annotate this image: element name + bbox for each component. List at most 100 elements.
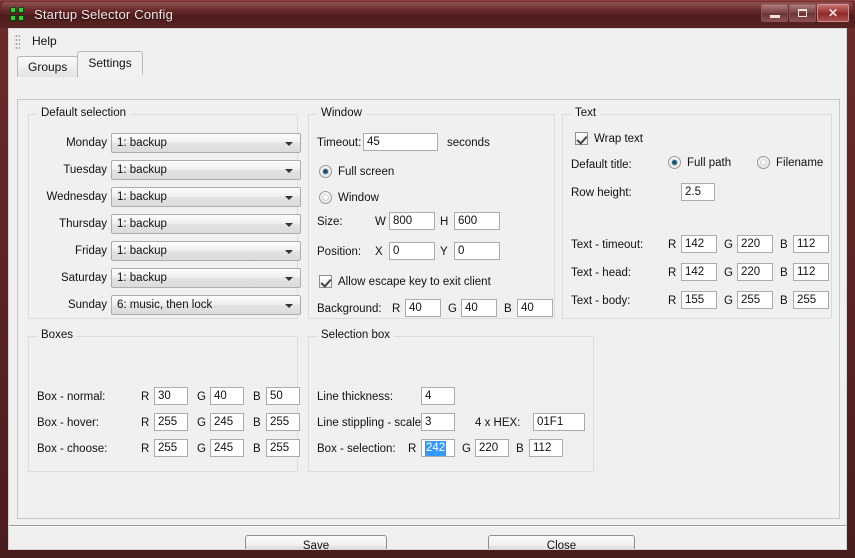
input-box-choose-g-value: 245 (214, 441, 234, 454)
title-bar[interactable]: Startup Selector Config ✕ (0, 0, 855, 28)
input-box-selection-g[interactable]: 220 (475, 439, 509, 457)
combo-wednesday[interactable]: 1: backup (111, 187, 301, 207)
input-box-selection-b-value: 112 (533, 441, 552, 454)
input-background-b[interactable]: 40 (517, 299, 553, 317)
input-size-w[interactable]: 800 (389, 212, 435, 230)
maximize-button[interactable] (789, 4, 816, 22)
input-box-normal-g[interactable]: 40 (210, 387, 244, 405)
minimize-icon (769, 14, 780, 18)
input-line-thickness[interactable]: 4 (421, 387, 455, 405)
combo-tuesday[interactable]: 1: backup (111, 160, 301, 180)
input-box-selection-r-value: 242 (425, 440, 447, 456)
combo-friday[interactable]: 1: backup (111, 241, 301, 261)
input-text-body-b[interactable]: 255 (793, 291, 829, 309)
radio-icon (757, 156, 770, 169)
combo-sunday[interactable]: 6: music, then lock (111, 295, 301, 315)
radio-full-screen[interactable]: Full screen (319, 165, 394, 178)
input-box-selection-r[interactable]: 242 (421, 439, 455, 457)
group-text: Text Wrap text Default title: Full path … (562, 107, 832, 319)
input-box-normal-r[interactable]: 30 (154, 387, 188, 405)
combo-saturday-value: 1: backup (117, 272, 167, 284)
tab-settings[interactable]: Settings (77, 51, 143, 75)
combo-monday[interactable]: 1: backup (111, 133, 301, 153)
input-box-hover-b[interactable]: 255 (266, 413, 300, 431)
close-button-footer[interactable]: Close (488, 535, 635, 549)
input-pos-x[interactable]: 0 (389, 242, 435, 260)
input-background-r[interactable]: 40 (405, 299, 441, 317)
input-text-timeout-r-value: 142 (685, 237, 705, 250)
label-box-hover: Box - hover: (37, 417, 99, 429)
label-text-timeout-r: R (668, 239, 677, 251)
combo-friday-value: 1: backup (117, 245, 167, 257)
label-background-g: G (448, 303, 457, 315)
group-window-title: Window (317, 107, 366, 119)
input-box-hover-g[interactable]: 245 (210, 413, 244, 431)
menu-item-help[interactable]: Help (24, 31, 65, 51)
input-text-head-b[interactable]: 112 (793, 263, 829, 281)
combo-wednesday-value: 1: backup (117, 191, 167, 203)
input-line-stippling[interactable]: 3 (421, 413, 455, 431)
input-text-head-g[interactable]: 220 (737, 263, 773, 281)
combo-monday-value: 1: backup (117, 137, 167, 149)
input-hex[interactable]: 01F1 (533, 413, 585, 431)
checkbox-allow-escape[interactable]: Allow escape key to exit client (319, 275, 491, 288)
input-row-height[interactable]: 2.5 (681, 183, 715, 201)
caption-buttons: ✕ (761, 4, 849, 22)
input-text-body-r[interactable]: 155 (681, 291, 717, 309)
input-background-g-value: 40 (465, 301, 478, 314)
input-box-choose-g[interactable]: 245 (210, 439, 244, 457)
label-box-choose: Box - choose: (37, 443, 108, 455)
tab-groups[interactable]: Groups (17, 56, 79, 77)
app-grid-icon (10, 6, 26, 23)
label-text-head-g: G (724, 267, 733, 279)
radio-full-path[interactable]: Full path (668, 156, 731, 169)
label-text-head: Text - head: (571, 267, 632, 279)
input-pos-x-value: 0 (393, 244, 400, 257)
input-box-choose-b[interactable]: 255 (266, 439, 300, 457)
input-line-stippling-value: 3 (425, 415, 432, 428)
input-text-timeout-b[interactable]: 112 (793, 235, 829, 253)
input-box-choose-b-value: 255 (270, 441, 290, 454)
input-background-g[interactable]: 40 (461, 299, 497, 317)
input-box-choose-r[interactable]: 255 (154, 439, 188, 457)
radio-filename-label: Filename (776, 156, 824, 169)
input-pos-y[interactable]: 0 (454, 242, 500, 260)
chevron-down-icon (285, 250, 293, 254)
combo-sunday-value: 6: music, then lock (117, 299, 213, 311)
input-box-selection-b[interactable]: 112 (529, 439, 563, 457)
checkbox-wrap-text[interactable]: Wrap text (575, 132, 643, 145)
group-selection-box: Selection box Line thickness: 4 Line sti… (308, 329, 594, 472)
radio-filename[interactable]: Filename (757, 156, 823, 169)
label-background: Background: (317, 303, 382, 315)
checkbox-icon (319, 275, 332, 288)
input-timeout-value: 45 (367, 135, 380, 148)
input-text-body-b-value: 255 (797, 293, 817, 306)
input-text-head-r[interactable]: 142 (681, 263, 717, 281)
label-timeout: Timeout: (317, 137, 362, 149)
label-text-body-b: B (780, 295, 788, 307)
menu-drag-grip[interactable] (14, 33, 20, 49)
input-text-body-g[interactable]: 255 (737, 291, 773, 309)
group-default-selection-title: Default selection (37, 107, 131, 119)
input-size-h[interactable]: 600 (454, 212, 500, 230)
radio-window[interactable]: Window (319, 191, 379, 204)
input-box-normal-r-value: 30 (158, 389, 171, 402)
label-row-height: Row height: (571, 187, 632, 199)
input-text-timeout-g[interactable]: 220 (737, 235, 773, 253)
close-button[interactable]: ✕ (817, 4, 849, 22)
input-row-height-value: 2.5 (685, 185, 701, 198)
input-text-timeout-r[interactable]: 142 (681, 235, 717, 253)
minimize-button[interactable] (761, 4, 788, 22)
input-box-choose-r-value: 255 (158, 441, 178, 454)
input-box-normal-b[interactable]: 50 (266, 387, 300, 405)
checkbox-wrap-text-label: Wrap text (594, 132, 643, 145)
label-monday: Monday (66, 137, 107, 149)
input-text-body-r-value: 155 (685, 293, 705, 306)
checkbox-icon (575, 132, 588, 145)
combo-thursday[interactable]: 1: backup (111, 214, 301, 234)
input-box-normal-g-value: 40 (214, 389, 227, 402)
combo-saturday[interactable]: 1: backup (111, 268, 301, 288)
save-button[interactable]: Save (245, 535, 387, 549)
input-timeout[interactable]: 45 (363, 133, 438, 151)
input-box-hover-r[interactable]: 255 (154, 413, 188, 431)
